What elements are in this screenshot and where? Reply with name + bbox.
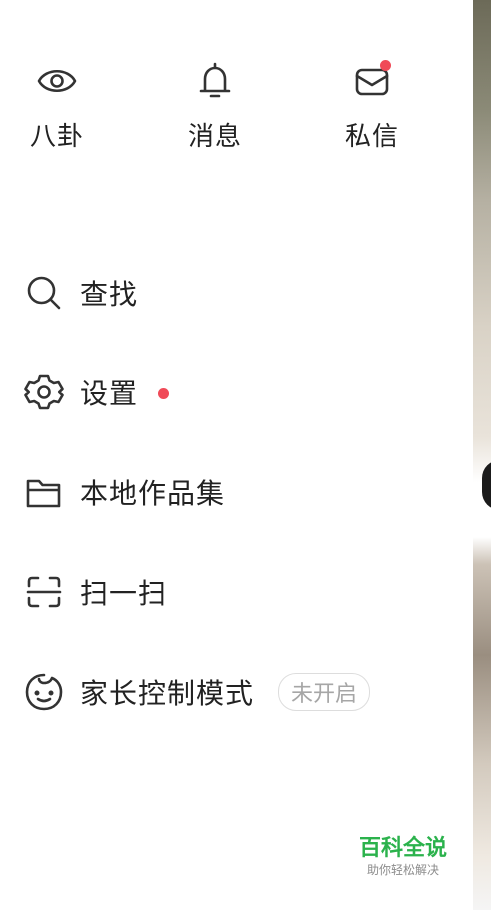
menu-item-scan[interactable]: 扫一扫 bbox=[24, 567, 167, 617]
menu-label-local-works: 本地作品集 bbox=[80, 477, 226, 510]
search-icon bbox=[24, 273, 64, 313]
gossip-button[interactable]: 八卦 bbox=[2, 60, 112, 160]
messages-label: 消息 bbox=[187, 122, 242, 152]
parental-status-badge: 未开启 bbox=[278, 673, 371, 711]
watermark-subtitle: 助你轻松解决 bbox=[366, 863, 439, 877]
menu-item-parental-control[interactable]: 家长控制模式 未开启 bbox=[24, 667, 371, 717]
eye-icon bbox=[36, 60, 78, 102]
folder-icon bbox=[24, 472, 64, 512]
menu-item-settings[interactable]: 设置 bbox=[24, 367, 170, 417]
bell-icon bbox=[194, 60, 236, 102]
private-messages-button[interactable]: 私信 bbox=[317, 60, 427, 160]
gear-icon bbox=[24, 372, 64, 412]
private-messages-label: 私信 bbox=[344, 122, 399, 152]
side-drawer: 八卦 消息 私信 查找 设置 本地作品集 扫一扫 家长控制模式 未开启 百科全说… bbox=[0, 0, 473, 910]
menu-label-parental-control: 家长控制模式 bbox=[80, 677, 255, 710]
mail-icon bbox=[351, 60, 393, 102]
scan-icon bbox=[24, 572, 64, 612]
settings-badge-dot bbox=[158, 387, 170, 399]
background-page-edge bbox=[473, 0, 491, 910]
menu-label-scan: 扫一扫 bbox=[80, 577, 168, 610]
menu-label-search: 查找 bbox=[80, 278, 139, 311]
menu-label-settings: 设置 bbox=[80, 377, 139, 410]
messages-button[interactable]: 消息 bbox=[160, 60, 270, 160]
menu-item-search[interactable]: 查找 bbox=[24, 268, 138, 318]
watermark-title: 百科全说 bbox=[358, 836, 447, 861]
menu-item-local-works[interactable]: 本地作品集 bbox=[24, 467, 225, 517]
gossip-label: 八卦 bbox=[29, 122, 84, 152]
smiley-icon bbox=[24, 672, 64, 712]
watermark-logo: 百科全说 助你轻松解决 bbox=[356, 836, 450, 878]
unread-dot bbox=[380, 60, 391, 71]
